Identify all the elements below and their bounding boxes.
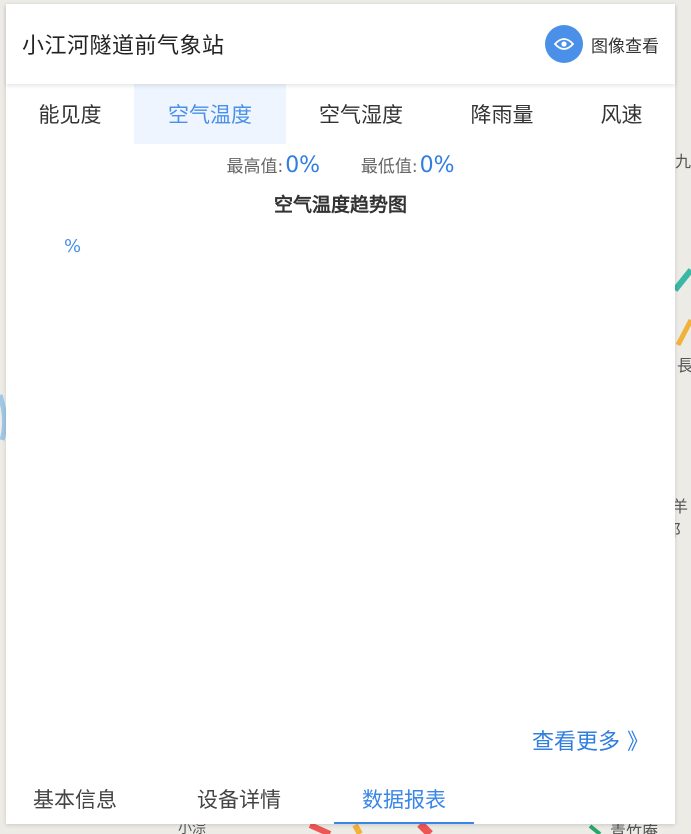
station-title: 小江河隧道前气象站 xyxy=(22,34,225,59)
tab-visibility[interactable]: 能见度 xyxy=(6,84,134,144)
view-image-button[interactable]: 图像查看 xyxy=(545,25,659,63)
min-label: 最低值: xyxy=(360,157,418,177)
panel-header: 小江河隧道前气象站 图像查看 xyxy=(6,4,675,84)
tab-air-temperature[interactable]: 空气温度 xyxy=(134,84,286,144)
max-value: 0% xyxy=(285,153,321,178)
min-value: 0% xyxy=(419,153,455,178)
chart-title: 空气温度趋势图 xyxy=(273,194,407,216)
eye-icon xyxy=(545,25,583,63)
tab-device-details[interactable]: 设备详情 xyxy=(144,774,334,824)
min-max-summary: 最高值:0% 最低值:0% xyxy=(6,148,675,184)
tab-data-report[interactable]: 数据报表 xyxy=(334,774,474,824)
tab-rainfall[interactable]: 降雨量 xyxy=(436,84,568,144)
tab-basic-info[interactable]: 基本信息 xyxy=(6,774,144,824)
view-more-link[interactable]: 查看更多 》 xyxy=(532,724,649,756)
metric-tabs: 能见度 空气温度 空气湿度 降雨量 风速 xyxy=(6,84,675,144)
station-info-panel: 小江河隧道前气象站 图像查看 能见度 空气温度 空气湿度 降雨量 风速 最高值:… xyxy=(6,4,675,824)
tab-wind-speed[interactable]: 风速 xyxy=(568,84,675,144)
tab-air-humidity[interactable]: 空气湿度 xyxy=(286,84,436,144)
bottom-tabs: 基本信息 设备详情 数据报表 xyxy=(6,774,675,824)
map-label: 長 xyxy=(677,356,691,375)
view-image-label: 图像查看 xyxy=(591,36,659,57)
y-axis-unit: % xyxy=(64,236,82,257)
map-label: 九 xyxy=(675,152,691,171)
max-label: 最高值: xyxy=(226,157,284,177)
trend-chart: % xyxy=(6,226,675,716)
